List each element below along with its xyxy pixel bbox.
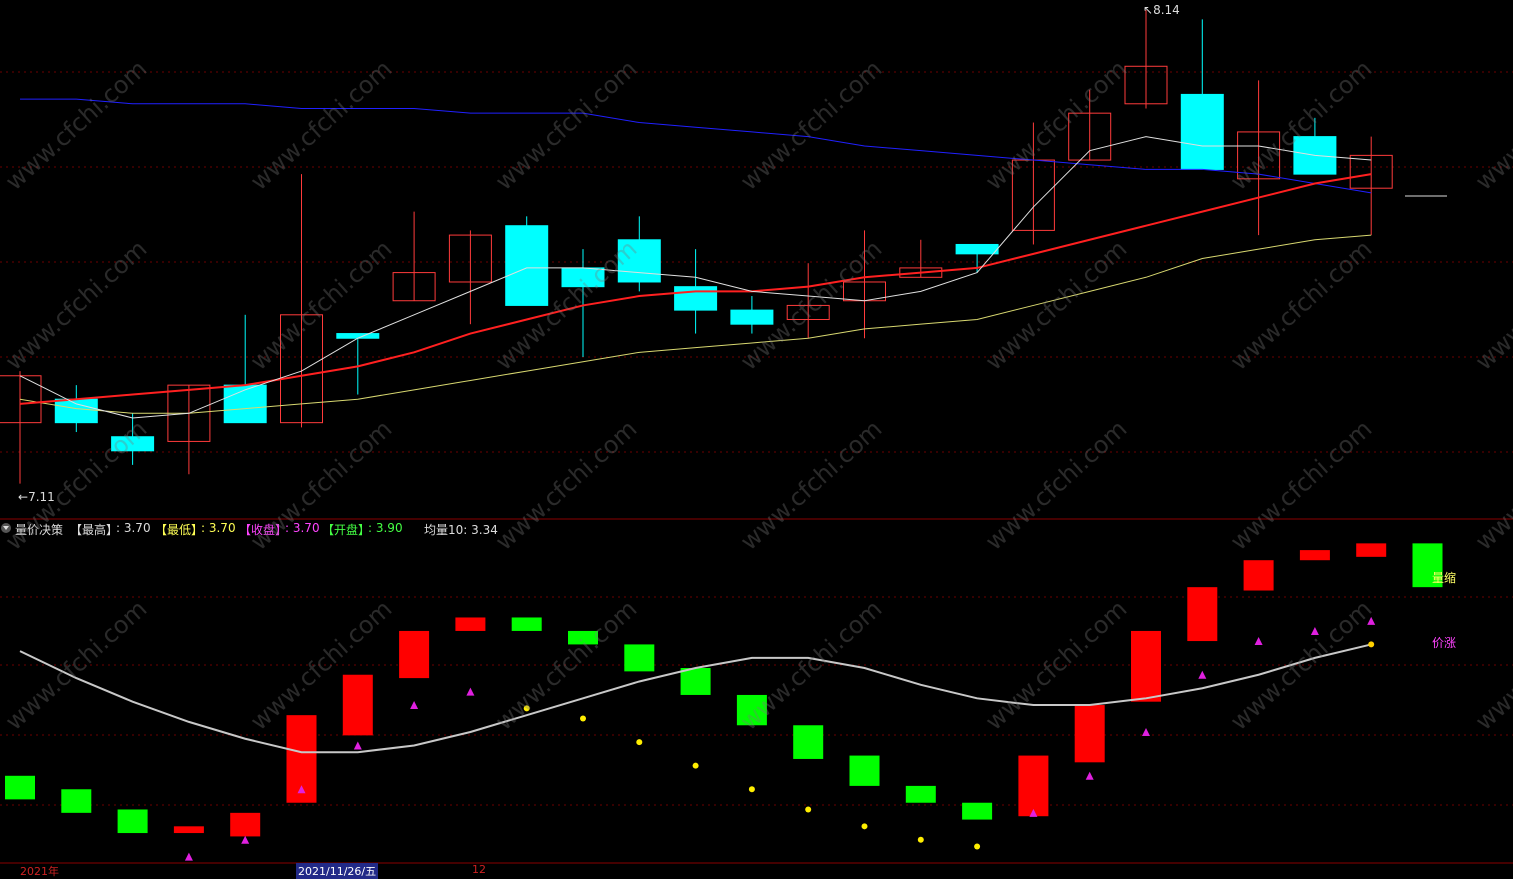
indicator-bar-green [849,755,880,786]
indicator-bar-green [511,617,542,631]
indicator-bar-red [230,812,261,837]
max-price-value: 8.14 [1153,3,1180,17]
min-price-value: 7.11 [28,490,55,504]
ma-line-white [19,136,1372,419]
date-axis-cursor-date[interactable]: 2021/11/26/五 [296,863,379,879]
indicator-bar-red [1074,705,1105,763]
signal-dot [805,806,812,813]
high-label: 【最高】 [70,523,119,537]
signal-dot [748,786,755,793]
indicator-bar-green [61,789,92,813]
indicator-bar-red [1299,550,1330,561]
low-value: : 3.70 [201,521,236,535]
indicator-bar-red [399,630,430,679]
min-price-label: ←7.11 [18,490,55,504]
up-triangle-icon [410,701,419,710]
up-triangle-icon [1142,728,1150,736]
close-label: 【收盘】 [239,523,288,537]
indicator-bar-green [962,802,993,820]
indicator-bar-red [455,617,486,631]
signal-dot [974,843,981,850]
up-triangle-icon [1254,637,1263,646]
signal-dot [692,762,699,769]
indicator-bar-red [173,826,204,834]
up-triangle-icon [184,852,193,861]
signal-dot [580,715,586,722]
up-triangle-icon [241,835,250,844]
indicator-bar-green [624,644,655,672]
indicator-bar-red [1018,755,1049,817]
max-price-label: ↖8.14 [1143,3,1180,17]
candle-down [955,243,999,255]
close-value: : 3.70 [285,521,320,535]
indicator-bar-red [1131,630,1161,702]
candle-down [223,384,267,424]
stock-chart[interactable] [0,0,1513,873]
candle-down [1180,93,1224,170]
up-triangle-icon [466,687,475,696]
collapse-icon[interactable] [1,523,11,533]
ma-line-blue [20,98,1372,194]
up-triangle-icon [1198,670,1207,679]
date-axis-year: 2021年 [20,865,59,878]
price-signal-label: 价涨 [1432,636,1457,650]
indicator-bar-green [736,694,767,726]
candle-down [505,225,549,306]
indicator-end-dot [1368,641,1375,648]
indicator-bar-red [342,674,373,736]
candle-down [111,436,155,452]
avg-volume-label: 均量10: 3.34 [424,523,498,537]
date-axis: 2021年 2021/11/26/五 12 [0,863,1513,879]
up-triangle-icon [353,741,362,750]
indicator-bar-red [1187,587,1218,642]
up-triangle-icon [1310,626,1319,635]
indicator-avg-line [19,643,1372,754]
indicator-name[interactable]: 量价决策 [15,521,63,538]
candle-down [54,398,98,424]
open-value: : 3.90 [368,521,403,535]
high-value: : 3.70 [116,521,151,535]
signal-dot [523,705,530,712]
indicator-bar-green [117,809,148,834]
low-label: 【最低】 [155,523,204,537]
indicator-bar-green [568,630,598,645]
open-label: 【开盘】 [322,523,371,537]
candle-down [730,309,774,325]
volume-signal-label: 量缩 [1432,571,1457,585]
min-arrow-icon: ← [18,490,29,504]
signal-dot [636,739,643,746]
max-arrow-icon: ↖ [1143,3,1154,17]
signal-dot [917,836,924,843]
indicator-bar-green [5,775,35,800]
indicator-bar-red [1356,543,1387,557]
signal-dot [861,823,868,830]
up-triangle-icon [1367,616,1376,625]
indicator-header: 量价决策 【最高】 : 3.70 【最低】 : 3.70 【收盘】 : 3.70… [0,520,1513,537]
indicator-bar-red [1243,560,1274,591]
candle-down [336,333,380,339]
up-triangle-icon [1085,771,1094,780]
candle-down [674,286,718,311]
candle-down [561,267,605,288]
indicator-bar-green [905,785,936,803]
indicator-bar-green [680,668,711,695]
date-axis-month: 12 [472,863,486,876]
candle-down [617,239,661,283]
indicator-bar-green [793,725,824,759]
